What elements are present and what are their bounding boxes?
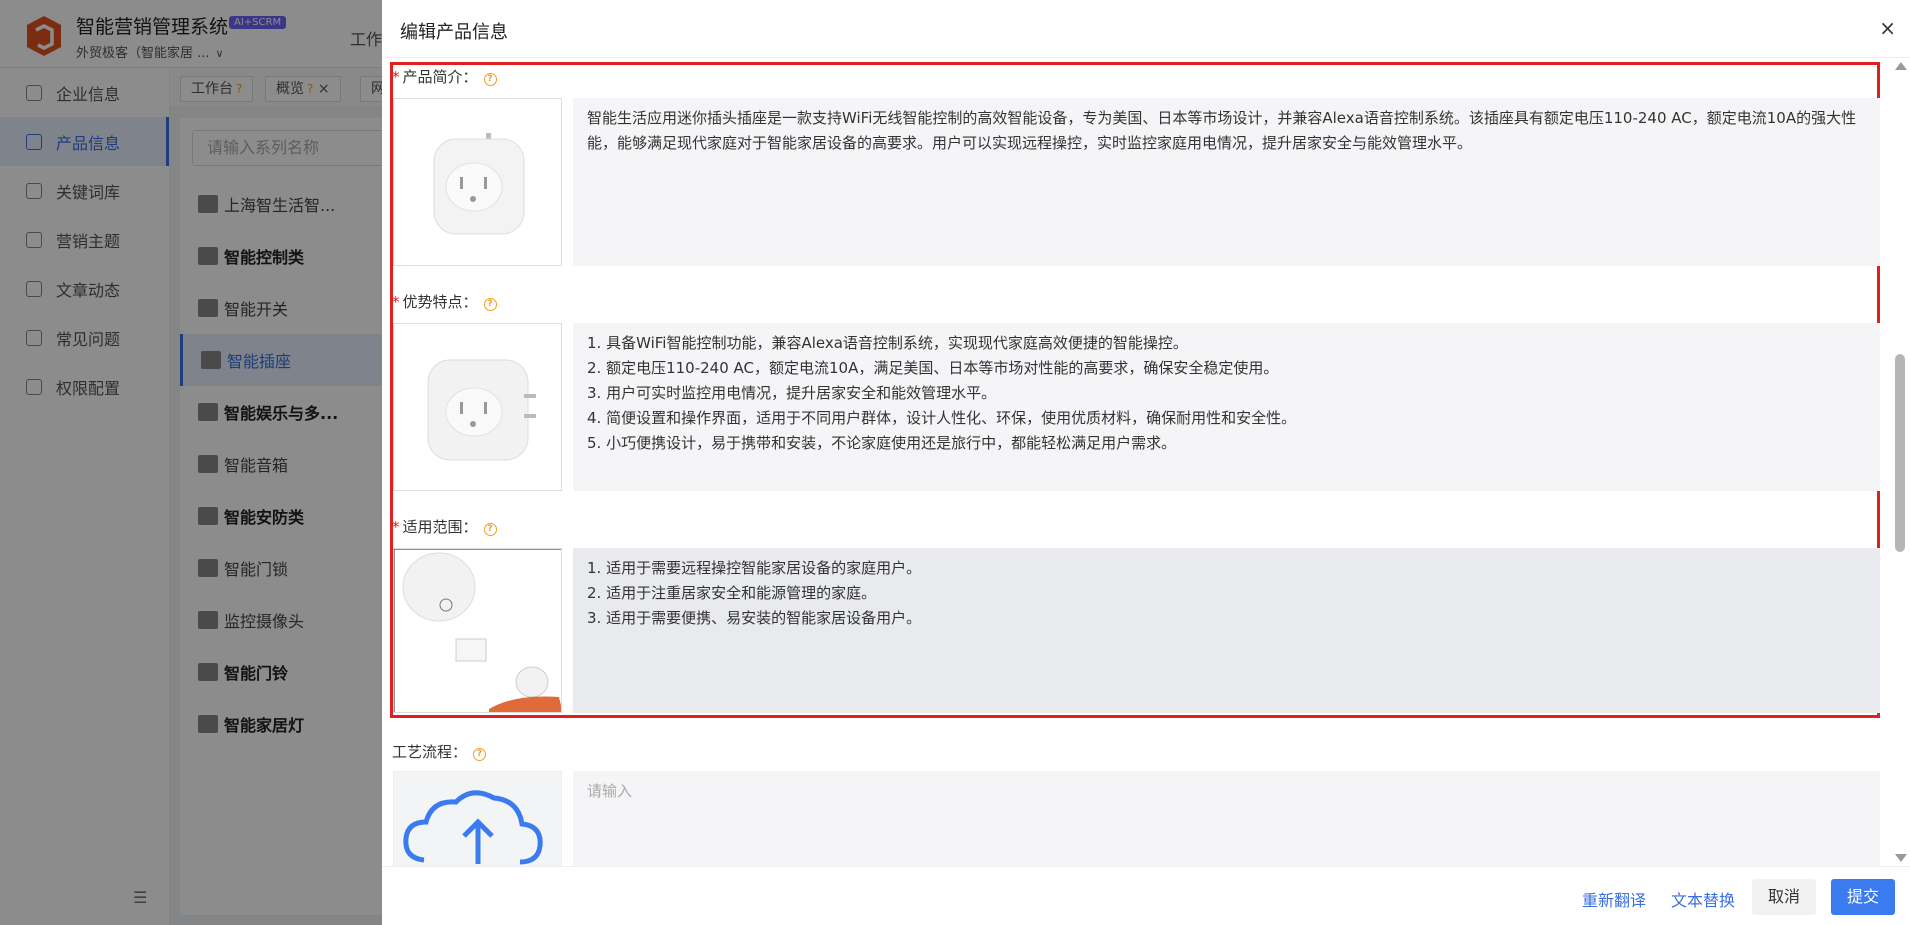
smart-plug-image — [394, 99, 561, 265]
scope-image[interactable] — [393, 548, 562, 713]
scope-label: * 适用范围：? — [392, 516, 497, 537]
cancel-button[interactable]: 取消 — [1752, 879, 1817, 915]
edit-product-drawer: 编辑产品信息 × * 产品简介：? 智能生活应用迷你插头插座是一款支持WiFi无线… — [382, 0, 1910, 925]
advantages-label-text: 优势特点： — [402, 293, 478, 311]
cloud-upload-icon — [403, 790, 543, 865]
scope-line: 3. 适用于需要便携、易安装的智能家居设备用户。 — [587, 609, 922, 627]
scrollbar[interactable] — [1890, 58, 1910, 866]
advantages-textarea[interactable]: 1. 具备WiFi智能控制功能，兼容Alexa语音控制系统，实现现代家庭高效便捷… — [573, 323, 1880, 491]
smart-plug-image — [394, 324, 561, 490]
advantages-image[interactable] — [393, 323, 562, 491]
required-star: * — [392, 68, 400, 86]
close-icon[interactable]: × — [1879, 16, 1896, 40]
advantage-line: 5. 小巧便携设计，易于携带和安装，不论家庭使用还是旅行中，都能轻松满足用户需求… — [587, 434, 1177, 452]
intro-label-text: 产品简介： — [402, 68, 478, 86]
scroll-thumb[interactable] — [1895, 354, 1905, 552]
drawer-body: * 产品简介：? 智能生活应用迷你插头插座是一款支持WiFi无线智能控制的高效智能… — [382, 58, 1890, 866]
intro-image[interactable] — [393, 98, 562, 266]
required-star: * — [392, 518, 400, 536]
scroll-down-icon[interactable] — [1895, 854, 1907, 862]
process-label: 工艺流程：? — [392, 741, 487, 762]
required-star: * — [392, 293, 400, 311]
drawer-title: 编辑产品信息 — [400, 22, 508, 43]
advantage-line: 4. 简便设置和操作界面，适用于不同用户群体，设计人性化、环保，使用优质材料，确… — [587, 409, 1297, 427]
scope-label-text: 适用范围： — [402, 518, 478, 536]
help-icon[interactable]: ? — [473, 748, 487, 761]
drawer-header: 编辑产品信息 × — [382, 0, 1910, 58]
advantage-line: 1. 具备WiFi智能控制功能，兼容Alexa语音控制系统，实现现代家庭高效便捷… — [587, 334, 1188, 352]
smart-plug-image — [394, 549, 561, 712]
drawer-footer: 重新翻译 文本替换 取消 提交 — [382, 866, 1910, 925]
advantage-line: 3. 用户可实时监控用电情况，提升居家安全和能效管理水平。 — [587, 384, 997, 402]
process-textarea[interactable]: 请输入 — [573, 771, 1880, 866]
intro-textarea[interactable]: 智能生活应用迷你插头插座是一款支持WiFi无线智能控制的高效智能设备，专为美国、… — [573, 98, 1880, 266]
replace-text-button[interactable]: 文本替换 — [1671, 887, 1735, 911]
process-upload[interactable] — [393, 771, 562, 866]
process-label-text: 工艺流程： — [392, 743, 468, 761]
intro-label: * 产品简介：? — [392, 66, 497, 87]
retranslate-button[interactable]: 重新翻译 — [1582, 887, 1646, 911]
help-icon[interactable]: ? — [483, 298, 497, 311]
scope-textarea[interactable]: 1. 适用于需要远程操控智能家居设备的家庭用户。 2. 适用于注重居家安全和能源… — [573, 548, 1880, 713]
help-icon[interactable]: ? — [483, 73, 497, 86]
scroll-up-icon[interactable] — [1895, 62, 1907, 70]
advantage-line: 2. 额定电压110-240 AC，额定电流10A，满足美国、日本等市场对性能的… — [587, 359, 1279, 377]
help-icon[interactable]: ? — [483, 523, 497, 536]
submit-button[interactable]: 提交 — [1831, 879, 1896, 915]
advantages-label: * 优势特点：? — [392, 291, 497, 312]
scope-line: 1. 适用于需要远程操控智能家居设备的家庭用户。 — [587, 559, 922, 577]
scope-line: 2. 适用于注重居家安全和能源管理的家庭。 — [587, 584, 877, 602]
